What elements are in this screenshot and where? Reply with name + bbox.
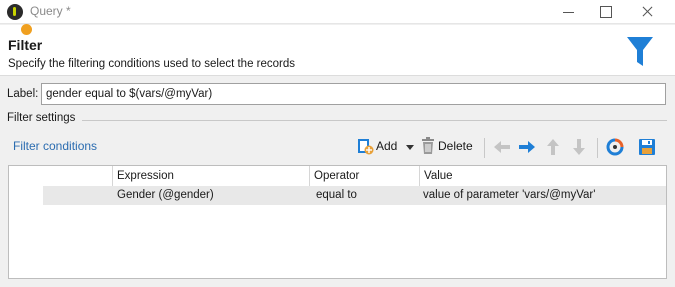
maximize-button[interactable] [585, 0, 625, 24]
minimize-button[interactable] [549, 0, 589, 24]
app-icon [7, 4, 23, 20]
filter-conditions-link[interactable]: Filter conditions [13, 139, 97, 153]
dialog-header: Filter Specify the filtering conditions … [0, 25, 675, 76]
add-button-label: Add [376, 139, 398, 153]
table-header: Expression Operator Value [9, 166, 666, 186]
funnel-icon [627, 37, 653, 66]
table-row[interactable]: Gender (@gender) equal to value of param… [9, 186, 666, 205]
toolbar-separator [597, 138, 598, 158]
refresh-icon[interactable] [605, 138, 625, 156]
row-expression: Gender (@gender) [117, 189, 214, 201]
delete-icon [422, 137, 434, 154]
arrow-down-icon[interactable] [569, 138, 589, 156]
add-icon [358, 139, 374, 155]
save-icon[interactable] [637, 138, 657, 156]
section-divider [82, 120, 667, 121]
arrow-up-icon[interactable] [543, 138, 563, 156]
page-title: Filter [8, 37, 43, 53]
column-header-status[interactable] [9, 166, 112, 186]
column-header-operator[interactable]: Operator [309, 166, 419, 186]
delete-button-label: Delete [438, 139, 473, 153]
arrow-right-icon[interactable] [517, 138, 537, 156]
column-header-expression[interactable]: Expression [112, 166, 309, 186]
title-bar: Query * [0, 0, 675, 24]
row-operator: equal to [316, 189, 357, 201]
page-subtitle: Specify the filtering conditions used to… [8, 58, 296, 70]
arrow-left-icon[interactable] [492, 138, 512, 156]
column-header-value[interactable]: Value [419, 166, 666, 186]
conditions-table: Expression Operator Value Gender (@gende… [8, 165, 667, 279]
label-caption: Label: [7, 88, 39, 100]
status-dot-icon [21, 24, 32, 35]
row-value: value of parameter 'vars/@myVar' [423, 189, 596, 201]
window-title: Query * [30, 4, 71, 18]
chevron-down-icon[interactable] [406, 145, 414, 150]
toolbar-separator [484, 138, 485, 158]
row-status-cell [9, 186, 43, 205]
label-row: Label: [0, 83, 675, 107]
toolbar: Filter conditions Add Delete [0, 132, 675, 162]
close-button[interactable] [628, 0, 668, 24]
filter-settings-section: Filter settings [0, 112, 675, 128]
filter-settings-caption: Filter settings [7, 112, 76, 124]
delete-button[interactable]: Delete [419, 136, 477, 158]
label-input[interactable] [41, 83, 666, 105]
add-button[interactable]: Add [356, 136, 416, 158]
